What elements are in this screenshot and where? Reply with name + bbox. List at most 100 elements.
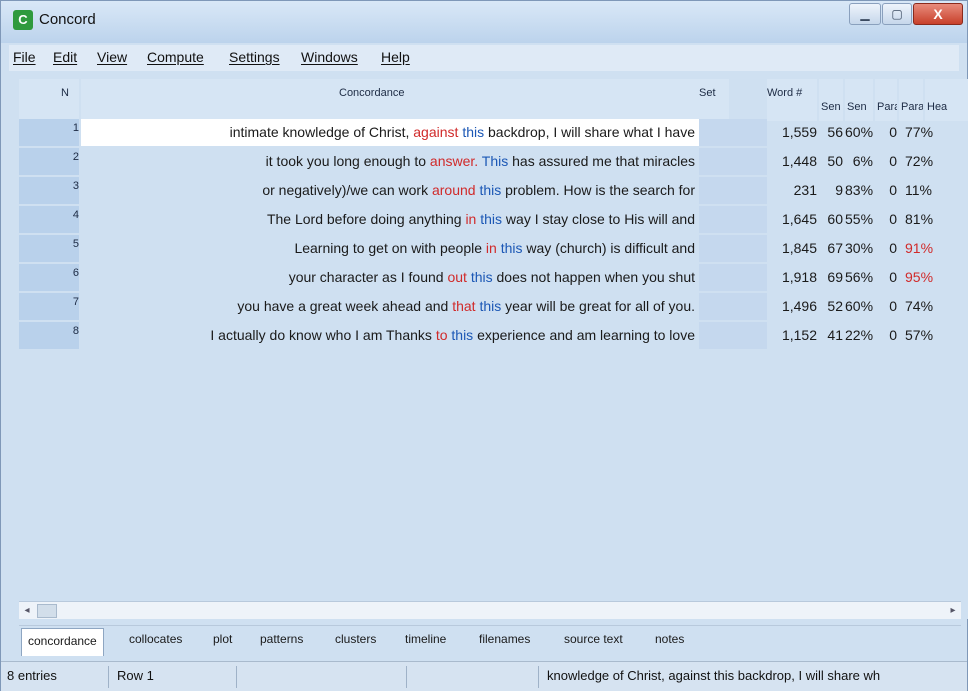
header-n[interactable]: N <box>19 79 79 121</box>
tab-patterns[interactable]: patterns <box>260 632 303 646</box>
word-number: 1,918 <box>781 269 817 285</box>
header-head[interactable]: Hea <box>925 79 968 121</box>
scroll-left-icon[interactable]: ◂ <box>21 604 33 618</box>
left-context: intimate knowledge of Christ, <box>229 124 410 140</box>
table-row[interactable]: 3 or negatively)/we can work around this … <box>19 177 968 206</box>
maximize-icon: ▢ <box>891 7 903 21</box>
left-context: your character as I found <box>288 269 444 285</box>
context-word: around <box>431 182 476 198</box>
header-para[interactable]: Para <box>875 79 897 121</box>
sentence-percent: 6% <box>852 153 873 169</box>
row-number: 3 <box>19 177 79 204</box>
concordance-line[interactable]: intimate knowledge of Christ, against th… <box>81 119 699 146</box>
paragraph-number: 0 <box>889 298 897 314</box>
header-set[interactable]: Set <box>699 79 729 121</box>
set-cell-extra <box>729 322 767 349</box>
set-cell[interactable] <box>699 148 729 175</box>
concordance-line[interactable]: Learning to get on with people in this w… <box>81 235 699 262</box>
scroll-right-icon[interactable]: ▸ <box>947 604 959 618</box>
maximize-button[interactable]: ▢ <box>882 3 912 25</box>
paragraph-number: 0 <box>889 240 897 256</box>
menu-file[interactable]: File <box>13 49 36 65</box>
tab-collocates[interactable]: collocates <box>129 632 182 646</box>
menu-edit[interactable]: Edit <box>53 49 77 65</box>
sentence-number: 9 <box>835 182 843 198</box>
table-row[interactable]: 2 it took you long enough to answer. This… <box>19 148 968 177</box>
menu-windows[interactable]: Windows <box>301 49 358 65</box>
menu-compute[interactable]: Compute <box>147 49 204 65</box>
paragraph-percent: 74% <box>905 298 933 314</box>
set-cell[interactable] <box>699 322 729 349</box>
concordance-line[interactable]: it took you long enough to answer. This … <box>81 148 699 175</box>
header-sen[interactable]: Sen <box>819 79 843 121</box>
menu-settings[interactable]: Settings <box>229 49 280 65</box>
search-word: this <box>451 327 474 343</box>
scroll-thumb[interactable] <box>37 604 57 618</box>
status-preview: knowledge of Christ, against this backdr… <box>547 668 881 683</box>
left-context: you have a great week ahead and <box>237 298 449 314</box>
sentence-number: 69 <box>827 269 843 285</box>
concordance-line[interactable]: The Lord before doing anything in this w… <box>81 206 699 233</box>
table-row[interactable]: 7 you have a great week ahead and that th… <box>19 293 968 322</box>
concordance-table: N Concordance Set Word # Sen Sen Para Pa… <box>19 79 968 619</box>
paragraph-number: 0 <box>889 269 897 285</box>
right-context: does not happen when you shut <box>496 269 696 285</box>
set-cell-extra <box>729 119 767 146</box>
concordance-line[interactable]: or negatively)/we can work around this p… <box>81 177 699 204</box>
set-cell[interactable] <box>699 293 729 320</box>
tab-plot[interactable]: plot <box>213 632 232 646</box>
menu-help[interactable]: Help <box>381 49 410 65</box>
close-button[interactable]: X <box>913 3 963 25</box>
paragraph-percent: 57% <box>905 327 933 343</box>
set-cell[interactable] <box>699 119 729 146</box>
concordance-line[interactable]: I actually do know who I am Thanks to th… <box>81 322 699 349</box>
menu-view[interactable]: View <box>97 49 127 65</box>
tab-concordance[interactable]: concordance <box>21 628 104 656</box>
set-cell[interactable] <box>699 235 729 262</box>
tab-notes[interactable]: notes <box>655 632 684 646</box>
table-row[interactable]: 5 Learning to get on with people in this … <box>19 235 968 264</box>
horizontal-scrollbar[interactable]: ◂ ▸ <box>19 601 961 619</box>
row-number: 6 <box>19 264 79 291</box>
sentence-percent: 30% <box>845 240 873 256</box>
header-para-pct[interactable]: Para <box>899 79 923 121</box>
tab-source-text[interactable]: source text <box>564 632 623 646</box>
header-sen-pct[interactable]: Sen <box>845 79 873 121</box>
header-sen-label: Sen <box>821 101 841 113</box>
tab-clusters[interactable]: clusters <box>335 632 376 646</box>
table-row[interactable]: 1 intimate knowledge of Christ, against t… <box>19 119 968 148</box>
tab-filenames[interactable]: filenames <box>479 632 530 646</box>
minimize-icon: ▁ <box>860 7 870 21</box>
table-row[interactable]: 4 The Lord before doing anything in this … <box>19 206 968 235</box>
word-number: 1,559 <box>781 124 817 140</box>
concordance-line[interactable]: you have a great week ahead and that thi… <box>81 293 699 320</box>
concordance-line[interactable]: your character as I found out this does … <box>81 264 699 291</box>
set-cell[interactable] <box>699 264 729 291</box>
status-empty-1 <box>241 666 407 688</box>
set-cell[interactable] <box>699 206 729 233</box>
sentence-percent: 60% <box>845 124 873 140</box>
search-word: this <box>479 298 502 314</box>
right-context: experience and am learning to love <box>477 327 695 343</box>
word-number: 1,152 <box>781 327 817 343</box>
status-empty-2 <box>411 666 539 688</box>
left-context: Learning to get on with people <box>294 240 483 256</box>
status-entries: 8 entries <box>3 666 109 688</box>
set-cell-extra <box>729 206 767 233</box>
view-tabs: concordance collocates plot patterns clu… <box>19 625 961 657</box>
right-context: year will be great for all of you. <box>505 298 695 314</box>
right-context: way I stay close to His will and <box>505 211 695 227</box>
sentence-number: 52 <box>827 298 843 314</box>
header-word[interactable]: Word # <box>767 79 817 121</box>
search-word: this <box>470 269 493 285</box>
header-para-pct-label: Para <box>901 101 923 113</box>
paragraph-number: 0 <box>889 153 897 169</box>
set-cell[interactable] <box>699 177 729 204</box>
title-bar[interactable]: C Concord ▁ ▢ X <box>1 1 967 43</box>
header-concordance[interactable]: Concordance <box>81 79 699 121</box>
minimize-button[interactable]: ▁ <box>849 3 881 25</box>
paragraph-percent: 77% <box>905 124 933 140</box>
tab-timeline[interactable]: timeline <box>405 632 446 646</box>
table-row[interactable]: 6 your character as I found out this does… <box>19 264 968 293</box>
table-row[interactable]: 8I actually do know who I am Thanks to t… <box>19 322 968 351</box>
